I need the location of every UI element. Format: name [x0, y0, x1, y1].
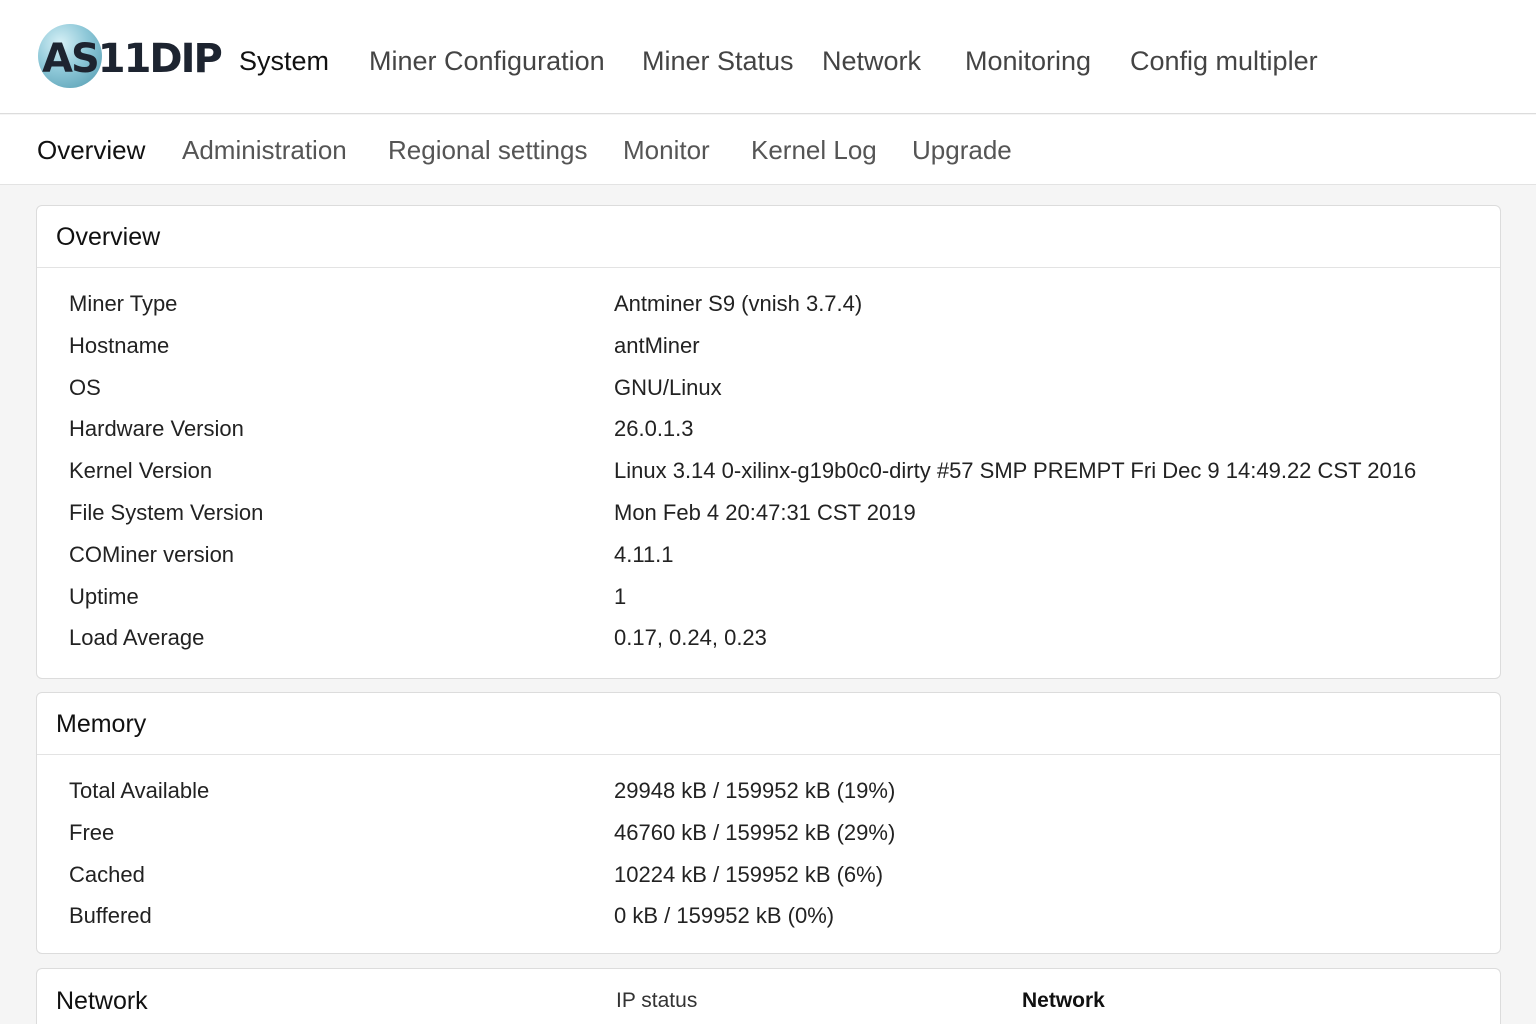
table-row: File System Version Mon Feb 4 20:47:31 C…: [37, 492, 1500, 534]
row-label: Cached: [69, 861, 145, 887]
row-value: GNU/Linux: [614, 374, 722, 400]
overview-panel-title: Overview: [37, 206, 1500, 268]
top-navbar: AS11DIP System Miner Configuration Miner…: [0, 0, 1536, 114]
row-label: Total Available: [69, 778, 210, 803]
memory-panel: Memory Total Available 29948 kB / 159952…: [36, 692, 1501, 954]
table-row: Free 46760 kB / 159952 kB (29%): [37, 812, 1500, 854]
table-row: Buffered 0 kB / 159952 kB (0%): [37, 895, 1500, 937]
row-value: 29948 kB / 159952 kB (19%): [614, 778, 896, 803]
table-row: Kernel Version Linux 3.14 0-xilinx-g19b0…: [37, 450, 1500, 492]
row-value: 26.0.1.3: [614, 416, 694, 442]
tab-administration[interactable]: Administration: [182, 135, 347, 166]
row-label: Hardware Version: [69, 416, 244, 442]
sub-navbar: Overview Administration Regional setting…: [0, 115, 1536, 185]
row-label: Miner Type: [69, 291, 178, 316]
tab-monitor[interactable]: Monitor: [623, 135, 710, 166]
row-label: Kernel Version: [69, 458, 213, 484]
network-panel-title: Network: [56, 987, 148, 1015]
row-label: COMiner version: [69, 541, 235, 567]
main-nav-monitoring[interactable]: Monitoring: [965, 46, 1091, 77]
row-value: Mon Feb 4 20:47:31 CST 2019: [614, 499, 916, 525]
tab-upgrade[interactable]: Upgrade: [912, 135, 1012, 166]
row-label: Load Average: [69, 625, 205, 651]
table-row: Hardware Version 26.0.1.3: [37, 408, 1500, 450]
row-label: Free: [69, 819, 115, 845]
main-nav-miner-status[interactable]: Miner Status: [642, 46, 794, 77]
brand-logo[interactable]: AS11DIP: [36, 22, 223, 94]
row-value: 4.11.1: [614, 541, 674, 567]
table-row: Uptime 1: [37, 576, 1500, 618]
row-value: 10224 kB / 159952 kB (6%): [614, 861, 884, 887]
tab-overview[interactable]: Overview: [37, 135, 145, 166]
memory-table: Total Available 29948 kB / 159952 kB (19…: [37, 755, 1500, 937]
main-nav-system[interactable]: System: [239, 46, 329, 77]
table-row: Total Available 29948 kB / 159952 kB (19…: [37, 770, 1500, 812]
row-value: 0 kB / 159952 kB (0%): [614, 903, 835, 929]
main-nav-config-multipler[interactable]: Config multipler: [1130, 46, 1318, 77]
network-network-header: Network: [1022, 989, 1105, 1012]
table-row: Cached 10224 kB / 159952 kB (6%): [37, 854, 1500, 896]
tab-kernel-log[interactable]: Kernel Log: [751, 135, 877, 166]
network-panel: Network IP status Network: [36, 968, 1501, 1024]
row-label: Buffered: [69, 903, 152, 929]
table-row: COMiner version 4.11.1: [37, 534, 1500, 576]
table-row: Hostname antMiner: [37, 325, 1500, 367]
row-value: 0.17, 0.24, 0.23: [614, 625, 767, 651]
main-nav-miner-configuration[interactable]: Miner Configuration: [369, 46, 605, 77]
logo-text: AS11DIP: [42, 36, 223, 82]
row-value: Antminer S9 (vnish 3.7.4): [614, 291, 863, 316]
row-label: File System Version: [69, 499, 264, 525]
row-label: Uptime: [69, 583, 139, 609]
network-ip-status-header: IP status: [616, 989, 698, 1012]
overview-panel: Overview Miner Type Antminer S9 (vnish 3…: [36, 205, 1501, 679]
row-label: OS: [69, 374, 101, 400]
table-row: Load Average 0.17, 0.24, 0.23: [37, 617, 1500, 659]
row-value: 46760 kB / 159952 kB (29%): [614, 819, 896, 845]
row-value: Linux 3.14 0-xilinx-g19b0c0-dirty #57 SM…: [614, 458, 1417, 484]
row-label: Hostname: [69, 332, 170, 358]
tab-regional-settings[interactable]: Regional settings: [388, 135, 587, 166]
row-value: 1: [614, 583, 627, 609]
overview-table: Miner Type Antminer S9 (vnish 3.7.4) Hos…: [37, 268, 1500, 659]
memory-panel-title: Memory: [37, 693, 1500, 755]
row-value: antMiner: [614, 332, 700, 358]
table-row: Miner Type Antminer S9 (vnish 3.7.4): [37, 283, 1500, 325]
main-nav-network[interactable]: Network: [822, 46, 921, 77]
table-row: OS GNU/Linux: [37, 367, 1500, 409]
